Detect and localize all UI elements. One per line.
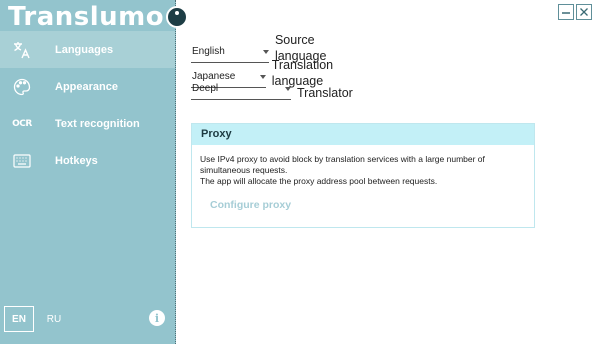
translate-icon [12,40,32,60]
chevron-down-icon [259,75,266,79]
ocr-glyph: OCR [12,118,32,129]
app-title: Translumo [8,2,165,32]
sidebar-item-label: Appearance [55,80,118,93]
minimize-button[interactable] [558,4,574,20]
translator-row: Deepl Translator [191,81,353,100]
chevron-down-icon [262,50,269,54]
sidebar-item-text-recognition[interactable]: OCR Text recognition [0,105,175,142]
proxy-description: Use IPv4 proxy to avoid block by transla… [200,154,520,187]
palette-icon [12,77,32,97]
proxy-description-line: Use IPv4 proxy to avoid block by transla… [200,154,485,175]
lang-ru-button[interactable]: RU [39,306,69,332]
keyboard-icon [12,151,32,171]
logo-dial-icon [166,6,189,28]
proxy-description-line: The app will allocate the proxy address … [200,176,438,186]
close-button[interactable] [576,4,592,20]
sidebar-item-label: Text recognition [55,117,140,130]
configure-proxy-button[interactable]: Configure proxy [210,199,291,211]
sidebar-item-label: Languages [55,43,114,56]
sidebar: Translumo Languages Appearance OCR Text … [0,0,189,344]
sidebar-item-hotkeys[interactable]: Hotkeys [0,142,175,179]
sidebar-item-appearance[interactable]: Appearance [0,68,175,105]
translator-value: Deepl [192,83,219,94]
chevron-down-icon [285,87,291,91]
lang-en-button[interactable]: EN [4,306,34,332]
proxy-card: Proxy Use IPv4 proxy to avoid block by t… [191,123,535,228]
translator-label: Translator [297,86,353,100]
window-controls [558,4,592,20]
close-icon [580,8,588,16]
sidebar-nav: Languages Appearance OCR Text recognitio… [0,31,175,179]
sidebar-item-label: Hotkeys [55,154,98,167]
sidebar-item-languages[interactable]: Languages [0,31,175,68]
app-logo: Translumo [8,2,189,32]
ui-language-switch: EN RU [4,306,69,332]
minimize-icon [562,12,570,14]
info-icon[interactable]: i [149,310,165,326]
proxy-title: Proxy [192,124,534,145]
ocr-icon: OCR [12,114,32,134]
translator-select[interactable]: Deepl [191,81,291,100]
